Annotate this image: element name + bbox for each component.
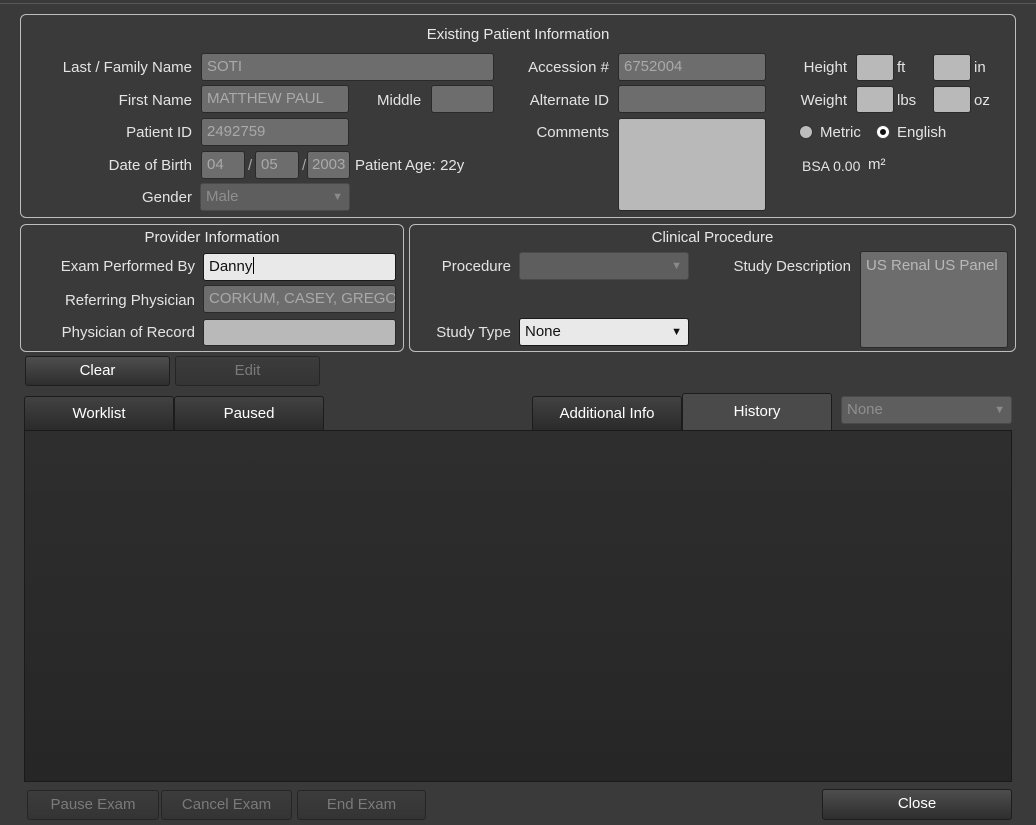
referring-physician-label: Referring Physician xyxy=(64,292,195,309)
tab-history[interactable]: History xyxy=(682,393,832,432)
chevron-down-icon: ▼ xyxy=(671,326,682,338)
dob-day-field[interactable]: 05 xyxy=(255,151,299,179)
weight-oz-unit: oz xyxy=(974,92,990,109)
chevron-down-icon: ▼ xyxy=(332,191,343,203)
english-radio[interactable] xyxy=(876,125,890,139)
dob-year-field[interactable]: 2003 xyxy=(307,151,350,179)
weight-label: Weight xyxy=(800,92,847,109)
history-filter-select[interactable]: None ▼ xyxy=(841,396,1012,424)
dob-label: Date of Birth xyxy=(108,157,192,174)
clear-button[interactable]: Clear xyxy=(25,356,170,386)
text-cursor xyxy=(253,257,255,274)
chevron-down-icon: ▼ xyxy=(671,260,682,272)
end-exam-button[interactable]: End Exam xyxy=(297,790,426,820)
history-filter-value: None xyxy=(847,401,883,418)
exam-performed-by-field[interactable]: Danny xyxy=(203,253,396,281)
patient-id-field[interactable]: 2492759 xyxy=(201,118,349,146)
accession-field[interactable]: 6752004 xyxy=(618,53,766,81)
height-ft-field[interactable] xyxy=(856,54,894,81)
existing-patient-title: Existing Patient Information xyxy=(426,26,610,43)
referring-physician-field[interactable]: CORKUM, CASEY, GREGORY xyxy=(203,285,396,313)
procedure-label: Procedure xyxy=(441,258,511,275)
tab-additional-info[interactable]: Additional Info xyxy=(532,396,682,431)
history-content-panel xyxy=(24,430,1012,782)
bsa-unit: m² xyxy=(868,156,886,173)
window-top-divider xyxy=(0,3,1036,4)
middle-label: Middle xyxy=(377,92,422,109)
procedure-select[interactable]: ▼ xyxy=(519,252,689,280)
bsa-value: BSA 0.00 xyxy=(802,158,861,174)
last-name-field[interactable]: SOTI xyxy=(201,53,494,81)
physician-of-record-field[interactable] xyxy=(203,319,396,346)
gender-value: Male xyxy=(206,188,239,205)
comments-field[interactable] xyxy=(618,118,766,211)
tab-worklist[interactable]: Worklist xyxy=(24,396,174,431)
dob-separator: / xyxy=(248,157,253,174)
physician-of-record-label: Physician of Record xyxy=(61,324,195,341)
study-type-select[interactable]: None ▼ xyxy=(519,318,689,346)
gender-label: Gender xyxy=(141,189,192,206)
pause-exam-button[interactable]: Pause Exam xyxy=(27,790,159,820)
metric-radio[interactable] xyxy=(799,125,813,139)
exam-performed-by-value: Danny xyxy=(209,258,253,275)
english-label[interactable]: English xyxy=(897,124,946,142)
dob-month-field[interactable]: 04 xyxy=(201,151,245,179)
patient-id-label: Patient ID xyxy=(126,124,192,141)
alternate-id-field[interactable] xyxy=(618,85,766,113)
provider-title: Provider Information xyxy=(144,229,280,246)
study-type-value: None xyxy=(525,323,561,340)
exam-performed-by-label: Exam Performed By xyxy=(60,258,195,275)
dob-separator: / xyxy=(302,157,307,174)
weight-oz-field[interactable] xyxy=(933,86,971,113)
clinical-procedure-title: Clinical Procedure xyxy=(651,229,774,246)
metric-label[interactable]: Metric xyxy=(820,124,861,142)
patient-age-text: Patient Age: 22y xyxy=(355,157,465,174)
comments-label: Comments xyxy=(536,124,609,141)
accession-label: Accession # xyxy=(528,59,609,76)
height-ft-unit: ft xyxy=(897,59,906,76)
last-name-label: Last / Family Name xyxy=(62,59,192,76)
existing-patient-group: Existing Patient Information xyxy=(20,14,1016,218)
cancel-exam-button[interactable]: Cancel Exam xyxy=(161,790,292,820)
gender-select[interactable]: Male ▼ xyxy=(200,183,350,211)
study-description-label: Study Description xyxy=(733,258,851,275)
study-type-label: Study Type xyxy=(436,324,511,341)
height-in-field[interactable] xyxy=(933,54,971,81)
close-button[interactable]: Close xyxy=(822,789,1012,820)
weight-lbs-unit: lbs xyxy=(897,92,917,109)
tab-paused[interactable]: Paused xyxy=(174,396,324,431)
first-name-label: First Name xyxy=(118,92,192,109)
weight-lbs-field[interactable] xyxy=(856,86,894,113)
alternate-id-label: Alternate ID xyxy=(529,92,609,109)
height-in-unit: in xyxy=(974,59,986,76)
first-name-field[interactable]: MATTHEW PAUL xyxy=(201,85,349,113)
study-description-field[interactable]: US Renal US Panel xyxy=(860,251,1008,348)
height-label: Height xyxy=(803,59,847,76)
edit-button[interactable]: Edit xyxy=(175,356,320,386)
chevron-down-icon: ▼ xyxy=(994,404,1005,416)
